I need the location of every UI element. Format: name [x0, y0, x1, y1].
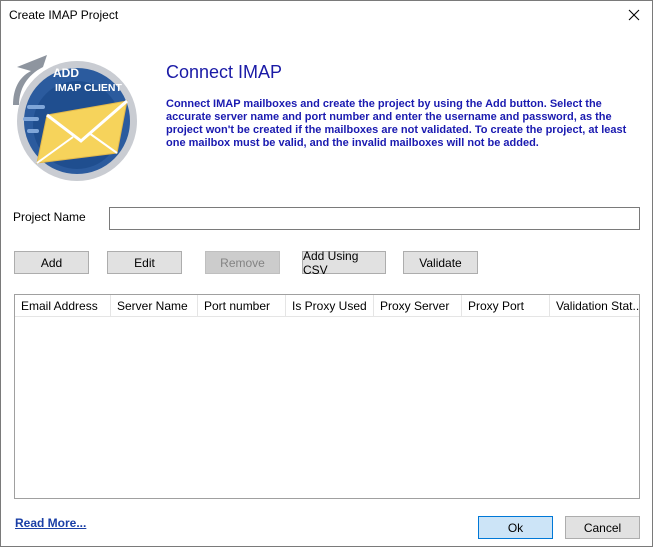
instructions-text: Connect IMAP mailboxes and create the pr…	[166, 98, 627, 149]
logo-text-imap-client: IMAP CLIENT	[55, 82, 122, 94]
add-imap-client-logo: ADD IMAP CLIENT	[13, 55, 137, 181]
add-button[interactable]: Add	[14, 251, 89, 274]
close-button[interactable]	[616, 1, 652, 29]
add-using-csv-button[interactable]: Add Using CSV	[302, 249, 386, 277]
page-title: Connect IMAP	[166, 62, 283, 82]
remove-button[interactable]: Remove	[205, 251, 280, 274]
validate-button[interactable]: Validate	[403, 251, 478, 274]
column-header-is-proxy-used[interactable]: Is Proxy Used	[286, 295, 374, 317]
project-name-input[interactable]	[109, 207, 640, 230]
column-header-email-address[interactable]: Email Address	[15, 295, 111, 317]
edit-button[interactable]: Edit	[107, 251, 182, 274]
project-name-label: Project Name	[13, 210, 86, 224]
column-header-proxy-server[interactable]: Proxy Server	[374, 295, 462, 317]
create-imap-project-dialog: Create IMAP Project ADD IMAP CLIENT Conn…	[0, 0, 653, 547]
close-icon	[628, 9, 640, 21]
column-header-proxy-port[interactable]: Proxy Port	[462, 295, 550, 317]
column-header-port-number[interactable]: Port number	[198, 295, 286, 317]
table-header: Email Address Server Name Port number Is…	[15, 295, 639, 317]
ok-button[interactable]: Ok	[478, 516, 553, 539]
mailbox-table[interactable]: Email Address Server Name Port number Is…	[14, 294, 640, 499]
column-header-server-name[interactable]: Server Name	[111, 295, 198, 317]
read-more-link[interactable]: Read More...	[15, 516, 86, 530]
logo-text-add: ADD	[53, 66, 79, 80]
column-header-validation-status[interactable]: Validation Stat...	[550, 295, 639, 317]
title-bar: Create IMAP Project	[1, 1, 652, 29]
window-title: Create IMAP Project	[9, 8, 119, 22]
cancel-button[interactable]: Cancel	[565, 516, 640, 539]
